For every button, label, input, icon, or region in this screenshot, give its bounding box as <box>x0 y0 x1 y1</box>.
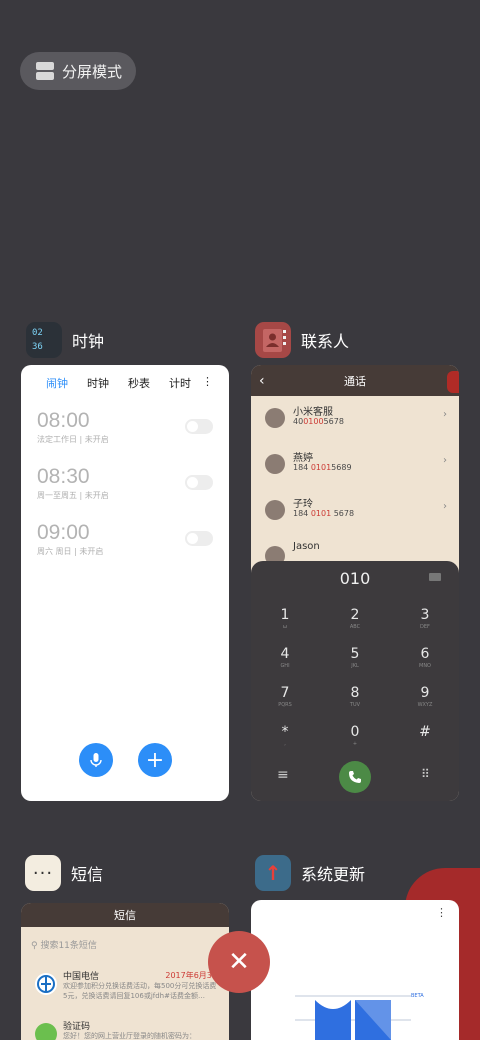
clock-icon-digits-bottom: 36 <box>32 341 43 352</box>
dial-number: 010 <box>339 569 371 588</box>
update-app-icon: ↑ <box>255 855 291 891</box>
clear-all-button[interactable]: ✕ <box>208 931 270 993</box>
update-app-card[interactable]: ⋮ BETA <box>251 900 459 1040</box>
avatar <box>265 408 285 428</box>
backspace-icon[interactable] <box>429 573 441 581</box>
alarm-toggle[interactable] <box>185 475 213 490</box>
dial-key[interactable]: 1ω <box>265 607 305 630</box>
sms-app-header[interactable]: ··· 短信 <box>25 855 103 891</box>
dial-key[interactable]: 3 DEF <box>405 607 445 630</box>
tab-timer[interactable]: 计时 <box>169 375 191 391</box>
chevron-right-icon: › <box>443 455 447 466</box>
contacts-app-name: 联系人 <box>301 332 350 351</box>
more-options-icon[interactable]: ⋮ <box>202 375 213 391</box>
miui-logo-graphic <box>295 995 411 1040</box>
dial-key[interactable]: # <box>405 724 445 741</box>
alarm-toggle[interactable] <box>185 531 213 546</box>
microphone-icon <box>90 753 102 767</box>
dial-key[interactable]: 8 TUV <box>335 685 375 708</box>
phone-icon <box>349 771 361 783</box>
tab-alarm[interactable]: 闹钟 <box>46 375 68 391</box>
alarm-item[interactable]: 08:30 周一至周五 | 未开启 <box>37 465 213 501</box>
contact-number: 184 0101 5678 <box>293 509 355 518</box>
dial-key[interactable]: 5 JKL <box>335 646 375 669</box>
dial-key[interactable]: 2 ABC <box>335 607 375 630</box>
voice-alarm-button[interactable] <box>79 743 113 777</box>
call-button[interactable] <box>339 761 371 793</box>
contact-name: 燕婷 <box>293 453 313 464</box>
contact-name: 子玲 <box>293 499 313 510</box>
sms-search-field[interactable]: ⚲ 搜索11条短信 <box>31 938 97 951</box>
alarm-toggle[interactable] <box>185 419 213 434</box>
update-app-name: 系统更新 <box>301 865 366 884</box>
menu-icon[interactable]: ≡ <box>277 767 289 783</box>
clock-app-card[interactable]: 闹钟 时钟 秒表 计时 ⋮ 08:00 法定工作日 | 未开启 08:30 周一… <box>21 365 229 801</box>
beta-label: BETA <box>411 993 424 999</box>
dialer-panel: 010 1ω 2 ABC 3 DEF 4 GHI 5 JKL 6 MNO 7 PQRS 8T… <box>251 561 459 801</box>
dial-key[interactable]: 0 + <box>335 724 375 747</box>
contact-name: 小米客服 <box>293 407 333 418</box>
alarm-repeat: 法定工作日 | 未开启 <box>37 435 109 444</box>
verification-code-avatar <box>35 1023 57 1040</box>
message-preview: 您好！您的网上营业厅登录的随机密码为： <box>63 1032 196 1040</box>
message-app-icon: ··· <box>25 855 61 891</box>
alarm-repeat: 周一至周五 | 未开启 <box>37 491 109 500</box>
add-alarm-button[interactable]: + <box>138 743 172 777</box>
contacts-app-card[interactable]: ‹ 通话 小米客服 4001005678 › 燕婷 184 01015689 ›… <box>251 365 459 801</box>
split-screen-label: 分屏模式 <box>62 62 123 81</box>
china-telecom-avatar <box>35 973 57 995</box>
clock-app-icon: 02 36 <box>26 322 62 358</box>
alarm-repeat: 周六 周日 | 未开启 <box>37 547 104 556</box>
split-screen-icon <box>36 62 54 80</box>
contacts-app-icon <box>255 322 291 358</box>
decoration-ornament-icon <box>447 371 459 393</box>
back-icon[interactable]: ‹ <box>259 373 265 389</box>
message-preview: 欢迎参加积分兑换话费活动，每500分可兑换话费5元，兑换话费请回复106或jfd… <box>63 982 217 1000</box>
contact-number: 184 01015689 <box>293 463 352 472</box>
clock-app-header[interactable]: 02 36 时钟 <box>26 322 104 358</box>
sms-header: 短信 <box>21 903 229 927</box>
chevron-right-icon: › <box>443 409 447 420</box>
dial-key[interactable]: *, <box>265 724 305 747</box>
dial-key[interactable]: 9 WXYZ <box>405 685 445 708</box>
sms-app-name: 短信 <box>71 865 104 884</box>
alarm-item[interactable]: 09:00 周六 周日 | 未开启 <box>37 521 213 557</box>
avatar <box>265 454 285 474</box>
update-app-header[interactable]: ↑ 系统更新 <box>255 855 365 891</box>
clock-tabs: 闹钟 时钟 秒表 计时 ⋮ <box>21 365 229 391</box>
avatar <box>265 500 285 520</box>
dial-key[interactable]: 4 GHI <box>265 646 305 669</box>
tab-stopwatch[interactable]: 秒表 <box>128 375 150 391</box>
tab-clock[interactable]: 时钟 <box>87 375 109 391</box>
sms-search-placeholder: 搜索11条短信 <box>40 941 97 951</box>
contacts-app-header[interactable]: 联系人 <box>255 322 349 358</box>
dial-key[interactable]: 6 MNO <box>405 646 445 669</box>
clock-app-name: 时钟 <box>72 332 105 351</box>
alarm-item[interactable]: 08:00 法定工作日 | 未开启 <box>37 409 213 445</box>
sms-app-card[interactable]: 短信 ⚲ 搜索11条短信 中国电信 2017年6月30 欢迎参加积分兑换话费活动… <box>21 903 229 1040</box>
chevron-right-icon: › <box>443 501 447 512</box>
contact-row[interactable]: 子玲 184 0101 5678 › <box>251 488 459 534</box>
contact-row[interactable]: 燕婷 184 01015689 › <box>251 442 459 488</box>
dial-key[interactable]: 7 PQRS <box>265 685 305 708</box>
contact-row[interactable]: 小米客服 4001005678 › <box>251 396 459 442</box>
contact-name: Jason <box>293 541 320 552</box>
close-icon: ✕ <box>228 947 250 977</box>
clock-icon-digits-top: 02 <box>32 328 43 338</box>
sms-header-title: 短信 <box>114 909 136 922</box>
contacts-header: ‹ 通话 <box>251 365 459 396</box>
contact-number: 4001005678 <box>293 417 344 426</box>
split-screen-button[interactable]: 分屏模式 <box>20 52 136 90</box>
dialpad-grid-icon[interactable]: ⠿ <box>421 767 430 781</box>
contacts-header-title: 通话 <box>344 374 366 388</box>
plus-icon: + <box>145 747 165 773</box>
